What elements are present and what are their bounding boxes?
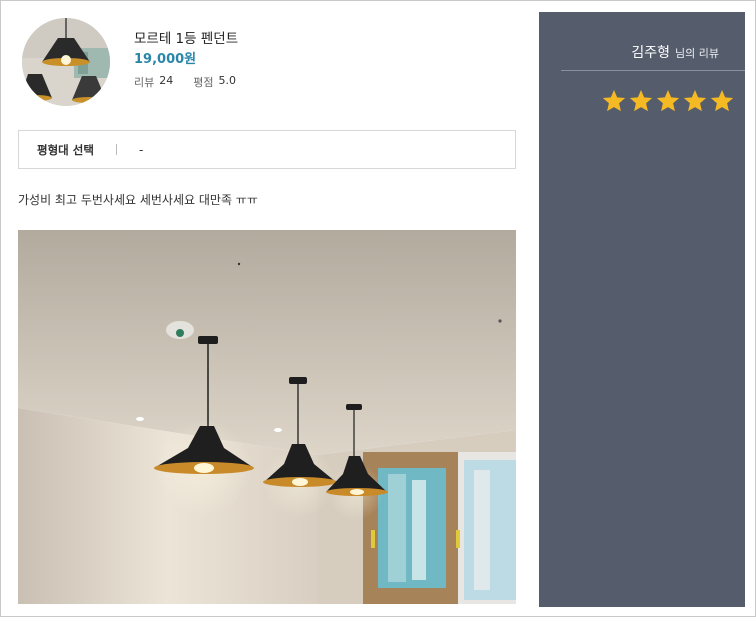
star-icon [602,89,626,112]
product-meta: 리뷰 24 평점 5.0 [134,74,236,90]
review-count-value: 24 [159,74,174,87]
review-body-text: 가성비 최고 두번사세요 세번사세요 대만족 ㅠㅠ [18,193,258,207]
product-thumbnail[interactable] [22,18,110,106]
product-name[interactable]: 모르테 1등 펜던트 [134,27,238,47]
option-label: 평형대 선택 [37,142,94,157]
pendant-lamp-thumbnail-image [22,18,110,106]
review-detail-frame: 모르테 1등 펜던트 19,000원 리뷰 24 평점 5.0 평형대 선택 -… [0,0,756,617]
star-icon [629,89,653,112]
product-price: 19,000원 [134,52,197,67]
review-count-label: 리뷰 [134,76,155,89]
reviewer-name: 김주형 [631,45,671,61]
star-rating [601,88,735,114]
star-icon [710,89,734,112]
pendant-lamps-photo [18,230,516,604]
review-count-stat: 리뷰 24 [134,74,173,90]
review-photo[interactable] [18,230,516,604]
reviewer-panel: 김주형 님의 리뷰 [539,12,745,607]
rating-value: 5.0 [218,74,237,87]
rating-stat: 평점 5.0 [193,74,236,90]
selected-option-box: 평형대 선택 - [18,130,516,169]
option-value: - [139,142,144,157]
reviewer-heading: 김주형 님의 리뷰 [539,42,745,62]
star-icon [683,89,707,112]
reviewer-suffix: 님의 리뷰 [675,47,719,60]
rating-label: 평점 [193,76,214,89]
star-icon [656,89,680,112]
reviewer-divider [561,70,745,71]
